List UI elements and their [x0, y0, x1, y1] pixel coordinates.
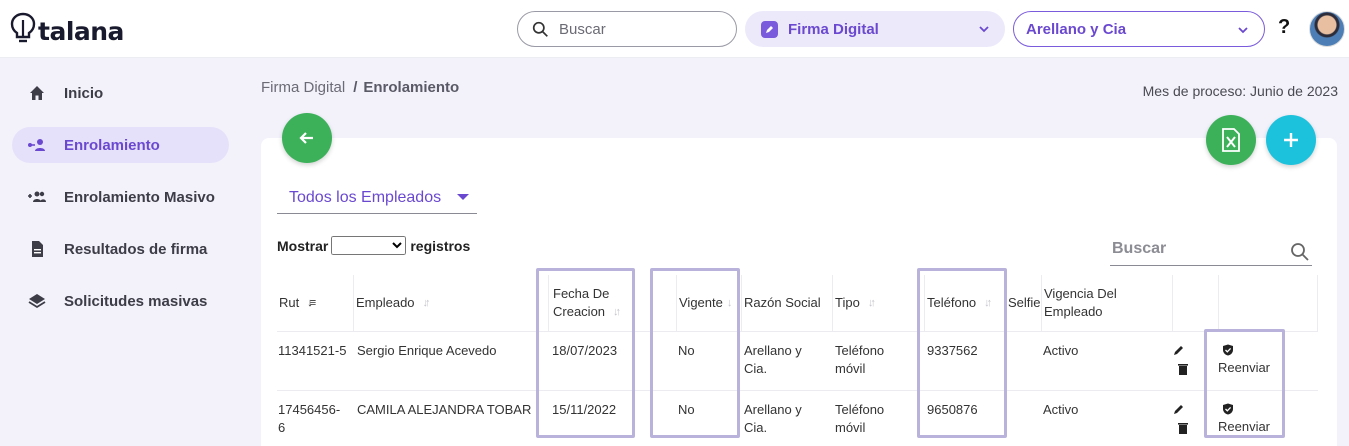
top-bar: talana Firma Digital Arellano y Cia ?: [0, 0, 1349, 58]
export-excel-button[interactable]: [1206, 115, 1256, 165]
employee-filter-select[interactable]: Todos los Empleados: [277, 183, 477, 214]
cell-empleado: Sergio Enrique Acevedo: [357, 343, 497, 358]
row-divider: [277, 331, 1318, 332]
back-button[interactable]: [282, 113, 332, 163]
column-header-actions: [1172, 275, 1218, 331]
global-search-input[interactable]: [559, 20, 709, 38]
home-icon: [30, 86, 44, 100]
document-icon: [32, 241, 43, 257]
trash-icon[interactable]: [1177, 363, 1189, 375]
show-label: Mostrar: [277, 237, 329, 254]
global-search[interactable]: [517, 11, 737, 47]
page-length-select[interactable]: [331, 236, 407, 255]
sidebar: Inicio Enrolamiento Enrolamiento Masivo …: [0, 59, 240, 446]
cell-vigencia: Activo: [1043, 343, 1079, 358]
cell-tipo: Teléfono móvil: [835, 402, 885, 435]
talana-logo[interactable]: talana: [10, 12, 124, 46]
highlight-telefono-column: [917, 268, 1007, 438]
sidebar-item-label: Resultados de firma: [64, 240, 208, 258]
sort-asc-icon: ↓≡: [307, 297, 316, 309]
cell-tipo: Teléfono móvil: [835, 343, 885, 376]
page-length-control: Mostrar registros: [277, 236, 470, 255]
sort-icon: ↓↑: [867, 297, 876, 309]
add-button[interactable]: [1266, 115, 1316, 165]
row-divider: [277, 390, 1318, 391]
sidebar-item-label: Inicio: [64, 84, 104, 102]
breadcrumb-current: Enrolamiento: [363, 79, 460, 96]
column-header-rut[interactable]: Rut ↓≡: [277, 275, 353, 331]
records-label: registros: [410, 237, 471, 254]
edit-icon[interactable]: [1173, 403, 1185, 415]
highlight-fecha-column: [536, 268, 635, 438]
cell-rut: 17456456-6: [278, 402, 341, 435]
cell-rut: 11341521-5: [278, 343, 347, 358]
cell-empleado: CAMILA ALEJANDRA TOBAR: [357, 402, 532, 417]
logo-text: talana: [38, 16, 124, 46]
process-month: Mes de proceso: Junio de 2023: [1142, 83, 1338, 99]
search-icon: [1291, 243, 1309, 261]
cell-razon-social: Arellano y Cia.: [744, 343, 802, 376]
breadcrumb-separator: /: [353, 79, 358, 96]
employee-filter-label: Todos los Empleados: [289, 189, 442, 206]
table-search[interactable]: [1110, 238, 1312, 266]
column-label: Vigencia Del Empleado: [1044, 286, 1117, 319]
sidebar-item-label: Enrolamiento Masivo: [64, 188, 215, 206]
module-label: Firma Digital: [788, 20, 879, 38]
sidebar-item-resultados[interactable]: Resultados de firma: [12, 231, 229, 267]
arrow-left-icon: [299, 132, 313, 144]
breadcrumb: Firma Digital / Enrolamiento: [261, 79, 459, 96]
column-label: Selfie: [1008, 295, 1041, 310]
sidebar-item-enrolamiento-masivo[interactable]: Enrolamiento Masivo: [12, 179, 229, 215]
breadcrumb-parent[interactable]: Firma Digital: [261, 79, 345, 96]
module-selector[interactable]: Firma Digital: [745, 11, 1005, 47]
column-label: Razón Social: [744, 295, 821, 310]
search-icon: [532, 21, 548, 37]
column-header-razon-social[interactable]: Razón Social: [741, 275, 832, 331]
lightbulb-icon: [10, 12, 36, 43]
layers-icon: [28, 294, 46, 309]
help-button[interactable]: ?: [1278, 16, 1290, 39]
excel-file-icon: [1222, 128, 1240, 152]
column-header-vigencia[interactable]: Vigencia Del Empleado: [1041, 275, 1172, 331]
sidebar-item-enrolamiento[interactable]: Enrolamiento: [12, 127, 229, 163]
sidebar-item-label: Solicitudes masivas: [64, 292, 208, 310]
group-add-icon: [28, 191, 46, 202]
column-header-tipo[interactable]: Tipo ↓↑: [832, 275, 915, 331]
highlight-vigente-column: [650, 268, 740, 438]
table-search-input[interactable]: [1112, 240, 1282, 258]
company-selector[interactable]: Arellano y Cia: [1013, 11, 1265, 47]
sidebar-item-label: Enrolamiento: [64, 136, 160, 154]
cell-razon-social: Arellano y Cia.: [744, 402, 802, 435]
highlight-resend-column: [1204, 329, 1285, 438]
company-label: Arellano y Cia: [1026, 20, 1127, 38]
pen-icon: [761, 20, 778, 38]
chevron-down-icon: [979, 26, 989, 33]
caret-down-icon: [457, 194, 469, 200]
column-label: Empleado: [356, 295, 415, 310]
column-header-selfie[interactable]: Selfie: [1006, 275, 1041, 331]
column-label: Rut: [279, 295, 300, 310]
user-avatar[interactable]: [1309, 11, 1345, 47]
sort-icon: ↓↑: [422, 297, 431, 309]
user-link-icon: [28, 139, 45, 151]
sidebar-item-inicio[interactable]: Inicio: [12, 75, 229, 111]
column-label: Tipo: [835, 295, 860, 310]
column-header-empleado[interactable]: Empleado ↓↑: [353, 275, 530, 331]
sidebar-item-solicitudes[interactable]: Solicitudes masivas: [12, 283, 229, 319]
trash-icon[interactable]: [1177, 422, 1189, 434]
cell-vigencia: Activo: [1043, 402, 1079, 417]
chevron-down-icon: [1238, 27, 1248, 34]
column-header-resend: [1218, 275, 1318, 331]
edit-icon[interactable]: [1173, 344, 1185, 356]
plus-icon: [1284, 133, 1298, 147]
